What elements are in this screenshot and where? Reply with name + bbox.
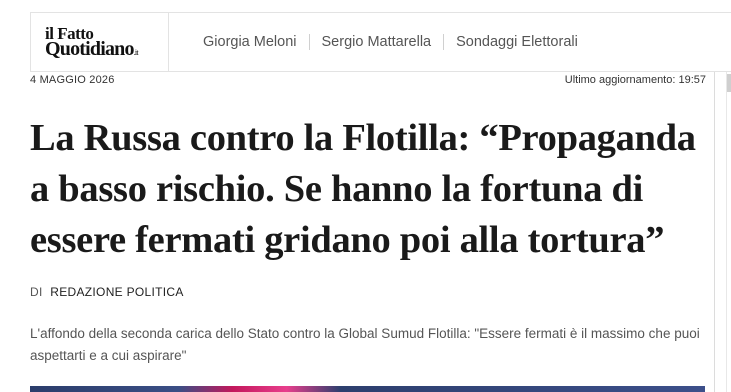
article-summary: L'affondo della seconda carica dello Sta… — [30, 326, 700, 363]
byline-author[interactable]: REDAZIONE POLITICA — [50, 285, 183, 299]
site-header: il Fatto Quotidiano.it Giorgia Meloni Se… — [30, 12, 731, 72]
article-headline: La Russa contro la Flotilla: “Propaganda… — [30, 117, 696, 261]
article-hero-image[interactable] — [30, 386, 705, 392]
logo-suffix: .it — [133, 48, 139, 57]
logo-line2-text: Quotidiano — [45, 38, 135, 60]
site-logo[interactable]: il Fatto Quotidiano.it — [31, 13, 169, 71]
scrollbar-thumb[interactable] — [727, 74, 731, 92]
sidebar-divider — [714, 72, 715, 392]
topic-nav: Giorgia Meloni Sergio Mattarella Sondagg… — [169, 34, 590, 50]
byline-prefix: DI — [30, 285, 43, 299]
page: il Fatto Quotidiano.it Giorgia Meloni Se… — [0, 0, 731, 392]
article-meta: 4 MAGGIO 2026 Ultimo aggiornamento: 19:5… — [30, 74, 706, 86]
nav-item-giorgia-meloni[interactable]: Giorgia Meloni — [189, 34, 310, 50]
nav-item-sondaggi-elettorali[interactable]: Sondaggi Elettorali — [444, 34, 590, 50]
article-date: 4 MAGGIO 2026 — [30, 74, 115, 86]
nav-item-sergio-mattarella[interactable]: Sergio Mattarella — [310, 34, 445, 50]
sidebar-divider-outer — [726, 72, 727, 392]
byline: DI REDAZIONE POLITICA — [30, 285, 184, 299]
logo-line2: Quotidiano.it — [45, 39, 168, 59]
last-updated: Ultimo aggiornamento: 19:57 — [564, 74, 706, 86]
